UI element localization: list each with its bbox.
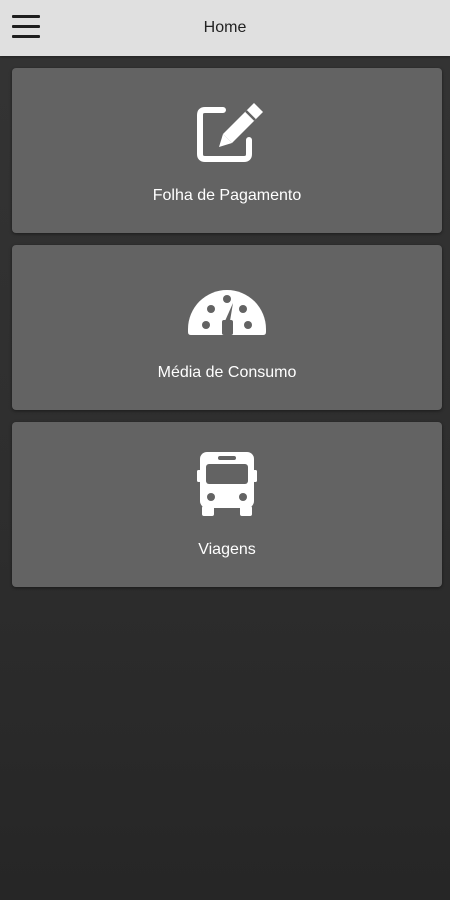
page-title: Home [203,19,247,36]
menu-line [12,15,40,18]
menu-card-list: Folha de Pagamento Média de Consumo Viag… [12,68,442,599]
card-label: Média de Consumo [157,364,297,381]
app-bar: Home [0,0,450,56]
card-label: Viagens [198,541,256,558]
speedometer-icon [184,277,270,349]
menu-card-viagens[interactable]: Viagens [12,422,442,587]
menu-line [12,25,40,28]
menu-card-media-de-consumo[interactable]: Média de Consumo [12,245,442,410]
edit-pencil-icon [184,98,270,170]
bus-icon [184,448,270,520]
card-label: Folha de Pagamento [152,187,302,204]
menu-line [12,35,40,38]
hamburger-menu-icon[interactable] [10,12,42,42]
menu-card-folha-de-pagamento[interactable]: Folha de Pagamento [12,68,442,233]
